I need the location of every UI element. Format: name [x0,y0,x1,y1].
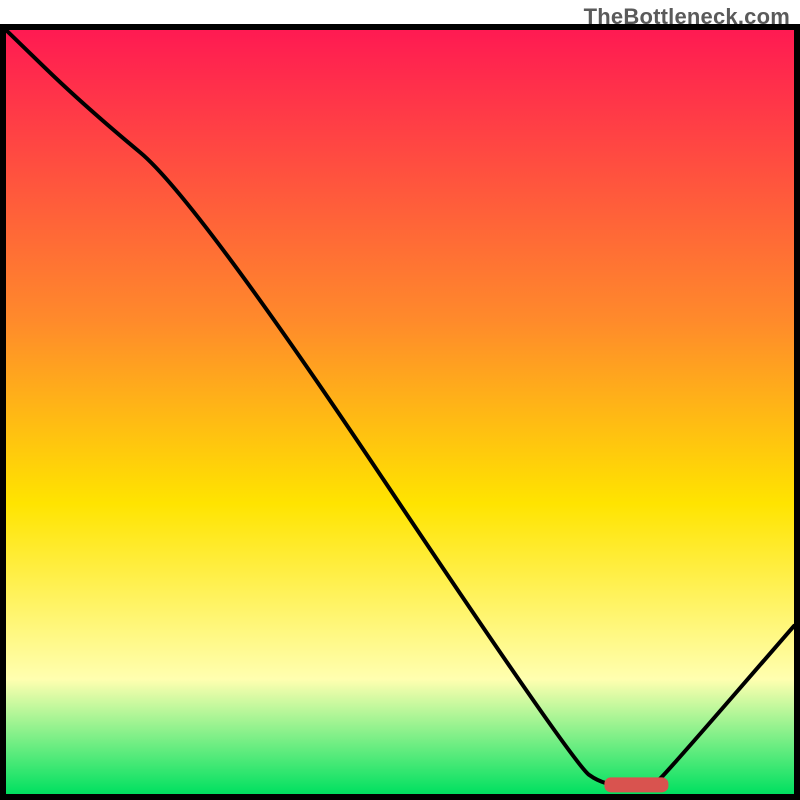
bottleneck-curve-chart [0,0,800,800]
chart-frame: TheBottleneck.com [0,0,800,800]
optimal-marker [605,778,668,792]
plot-background [6,30,794,794]
watermark-text: TheBottleneck.com [584,4,790,30]
